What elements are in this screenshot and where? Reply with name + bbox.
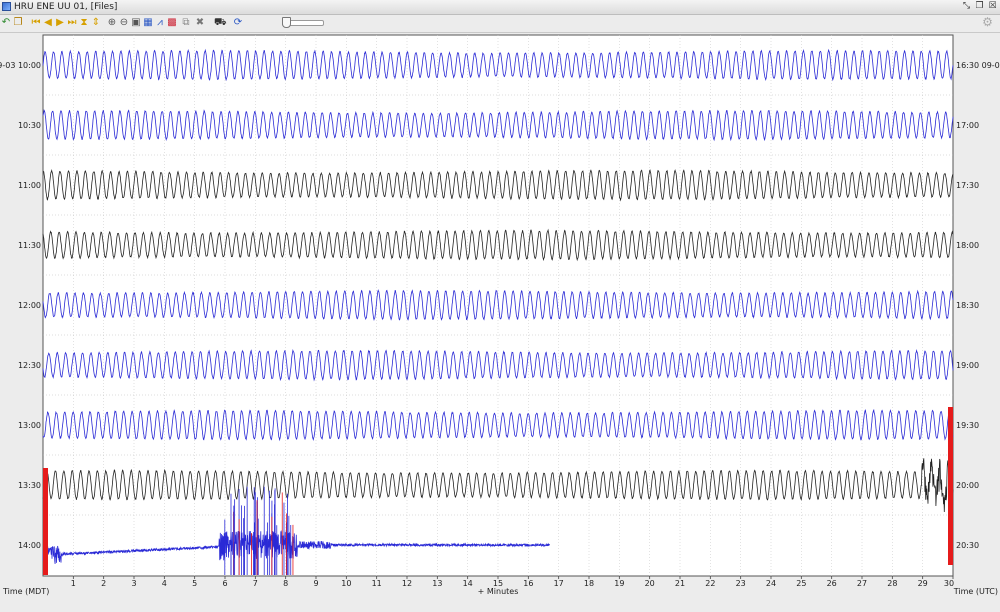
tick-label: 28 xyxy=(887,579,897,588)
next-page-icon[interactable]: ▶ xyxy=(54,16,66,29)
duplicate-icon[interactable]: ⧉ xyxy=(180,16,192,29)
right-row-label: 17:00 xyxy=(956,121,979,130)
tick-label: 3 xyxy=(131,579,136,588)
clip-marker xyxy=(43,468,48,575)
left-row-label: 13:00 xyxy=(18,421,41,430)
helicorder-plot[interactable]: 09-03 10:00 10:30 11:00 11:30 12:00 12:30 13:0… xyxy=(0,33,1000,612)
right-row-label: 19:30 xyxy=(956,421,979,430)
stations-icon[interactable]: ⛟ xyxy=(214,16,227,29)
tick-label: 14 xyxy=(463,579,473,588)
window-title: HRU ENE UU 01, [Files] xyxy=(14,2,118,12)
right-row-label: 20:00 xyxy=(956,481,979,490)
left-axis-title: Time (MDT) xyxy=(2,587,49,596)
clip-marker xyxy=(948,407,953,565)
first-page-icon[interactable]: ⏮ xyxy=(30,16,42,29)
bottom-axis-title: + Minutes xyxy=(478,587,519,596)
right-row-label: 19:00 xyxy=(956,361,979,370)
right-axis-title: Time (UTC) xyxy=(953,587,998,596)
left-row-label: 14:00 xyxy=(18,541,41,550)
tick-label: 12 xyxy=(402,579,412,588)
right-row-label: 20:30 xyxy=(956,541,979,550)
wave-view-icon[interactable]: ▦ xyxy=(142,16,154,29)
compress-icon[interactable]: ⧗ xyxy=(78,16,90,29)
app-icon xyxy=(2,2,11,11)
close-icon[interactable]: ☒ xyxy=(987,1,998,12)
right-row-label: 18:30 xyxy=(956,301,979,310)
left-row-label: 11:00 xyxy=(18,181,41,190)
tick-label: 2 xyxy=(101,579,106,588)
spectra-icon[interactable]: ⩘ xyxy=(154,16,166,29)
left-row-label: 13:30 xyxy=(18,481,41,490)
tick-label: 21 xyxy=(675,579,685,588)
tick-label: 9 xyxy=(313,579,318,588)
zoom-in-icon[interactable]: ⊕ xyxy=(106,16,118,29)
clipboard-icon[interactable]: ▣ xyxy=(130,16,142,29)
settings-icon[interactable]: ⚙ xyxy=(981,16,994,29)
tick-label: 13 xyxy=(432,579,442,588)
tick-label: 29 xyxy=(918,579,928,588)
tick-label: 19 xyxy=(614,579,624,588)
left-row-label: 10:30 xyxy=(18,121,41,130)
right-row-labels: 16:30 09-03 17:00 17:30 18:00 18:30 19:00 19:3… xyxy=(956,61,1000,550)
left-row-label: 09-03 10:00 xyxy=(0,61,41,70)
tick-label: 1 xyxy=(71,579,76,588)
left-row-label: 12:30 xyxy=(18,361,41,370)
tick-label: 30 xyxy=(944,579,954,588)
toolbar: ↶ ❐ ⏮ ◀ ▶ ⏭ ⧗ ⇕ ⊕ ⊖ ▣ ▦ ⩘ ▩ ⧉ ✖ ⛟ ⟳ ⚙ xyxy=(0,15,1000,33)
gain-slider-handle[interactable] xyxy=(282,17,291,28)
tick-label: 23 xyxy=(736,579,746,588)
tick-label: 8 xyxy=(283,579,288,588)
right-row-label: 17:30 xyxy=(956,181,979,190)
pin-icon[interactable]: ⤡ xyxy=(961,1,972,12)
expand-icon[interactable]: ⇕ xyxy=(90,16,102,29)
tick-label: 7 xyxy=(253,579,258,588)
tick-label: 17 xyxy=(554,579,564,588)
left-row-labels: 09-03 10:00 10:30 11:00 11:30 12:00 12:30 13:0… xyxy=(0,61,41,550)
helicorder-panel[interactable]: 09-03 10:00 10:30 11:00 11:30 12:00 12:30 13:0… xyxy=(0,33,1000,612)
tick-label: 11 xyxy=(372,579,382,588)
tick-label: 24 xyxy=(766,579,776,588)
window-titlebar: HRU ENE UU 01, [Files] ⤡ ❐ ☒ xyxy=(0,0,1000,15)
tick-label: 22 xyxy=(705,579,715,588)
tick-label: 4 xyxy=(162,579,167,588)
tick-label: 16 xyxy=(523,579,533,588)
copy-icon[interactable]: ❐ xyxy=(12,16,24,29)
zoom-out-icon[interactable]: ⊖ xyxy=(118,16,130,29)
right-row-label: 16:30 09-03 xyxy=(956,61,1000,70)
back-icon[interactable]: ↶ xyxy=(0,16,12,29)
clear-icon[interactable]: ✖ xyxy=(194,16,206,29)
spectrogram-icon[interactable]: ▩ xyxy=(166,16,178,29)
tick-label: 26 xyxy=(827,579,837,588)
tick-label: 27 xyxy=(857,579,867,588)
refresh-icon[interactable]: ⟳ xyxy=(232,16,244,29)
right-row-label: 18:00 xyxy=(956,241,979,250)
prev-page-icon[interactable]: ◀ xyxy=(42,16,54,29)
left-row-label: 11:30 xyxy=(18,241,41,250)
tick-label: 6 xyxy=(222,579,227,588)
last-page-icon[interactable]: ⏭ xyxy=(66,16,78,29)
restore-icon[interactable]: ❐ xyxy=(974,1,985,12)
left-row-label: 12:00 xyxy=(18,301,41,310)
tick-label: 5 xyxy=(192,579,197,588)
tick-label: 20 xyxy=(645,579,655,588)
tick-label: 18 xyxy=(584,579,594,588)
tick-label: 25 xyxy=(796,579,806,588)
tick-label: 10 xyxy=(341,579,351,588)
